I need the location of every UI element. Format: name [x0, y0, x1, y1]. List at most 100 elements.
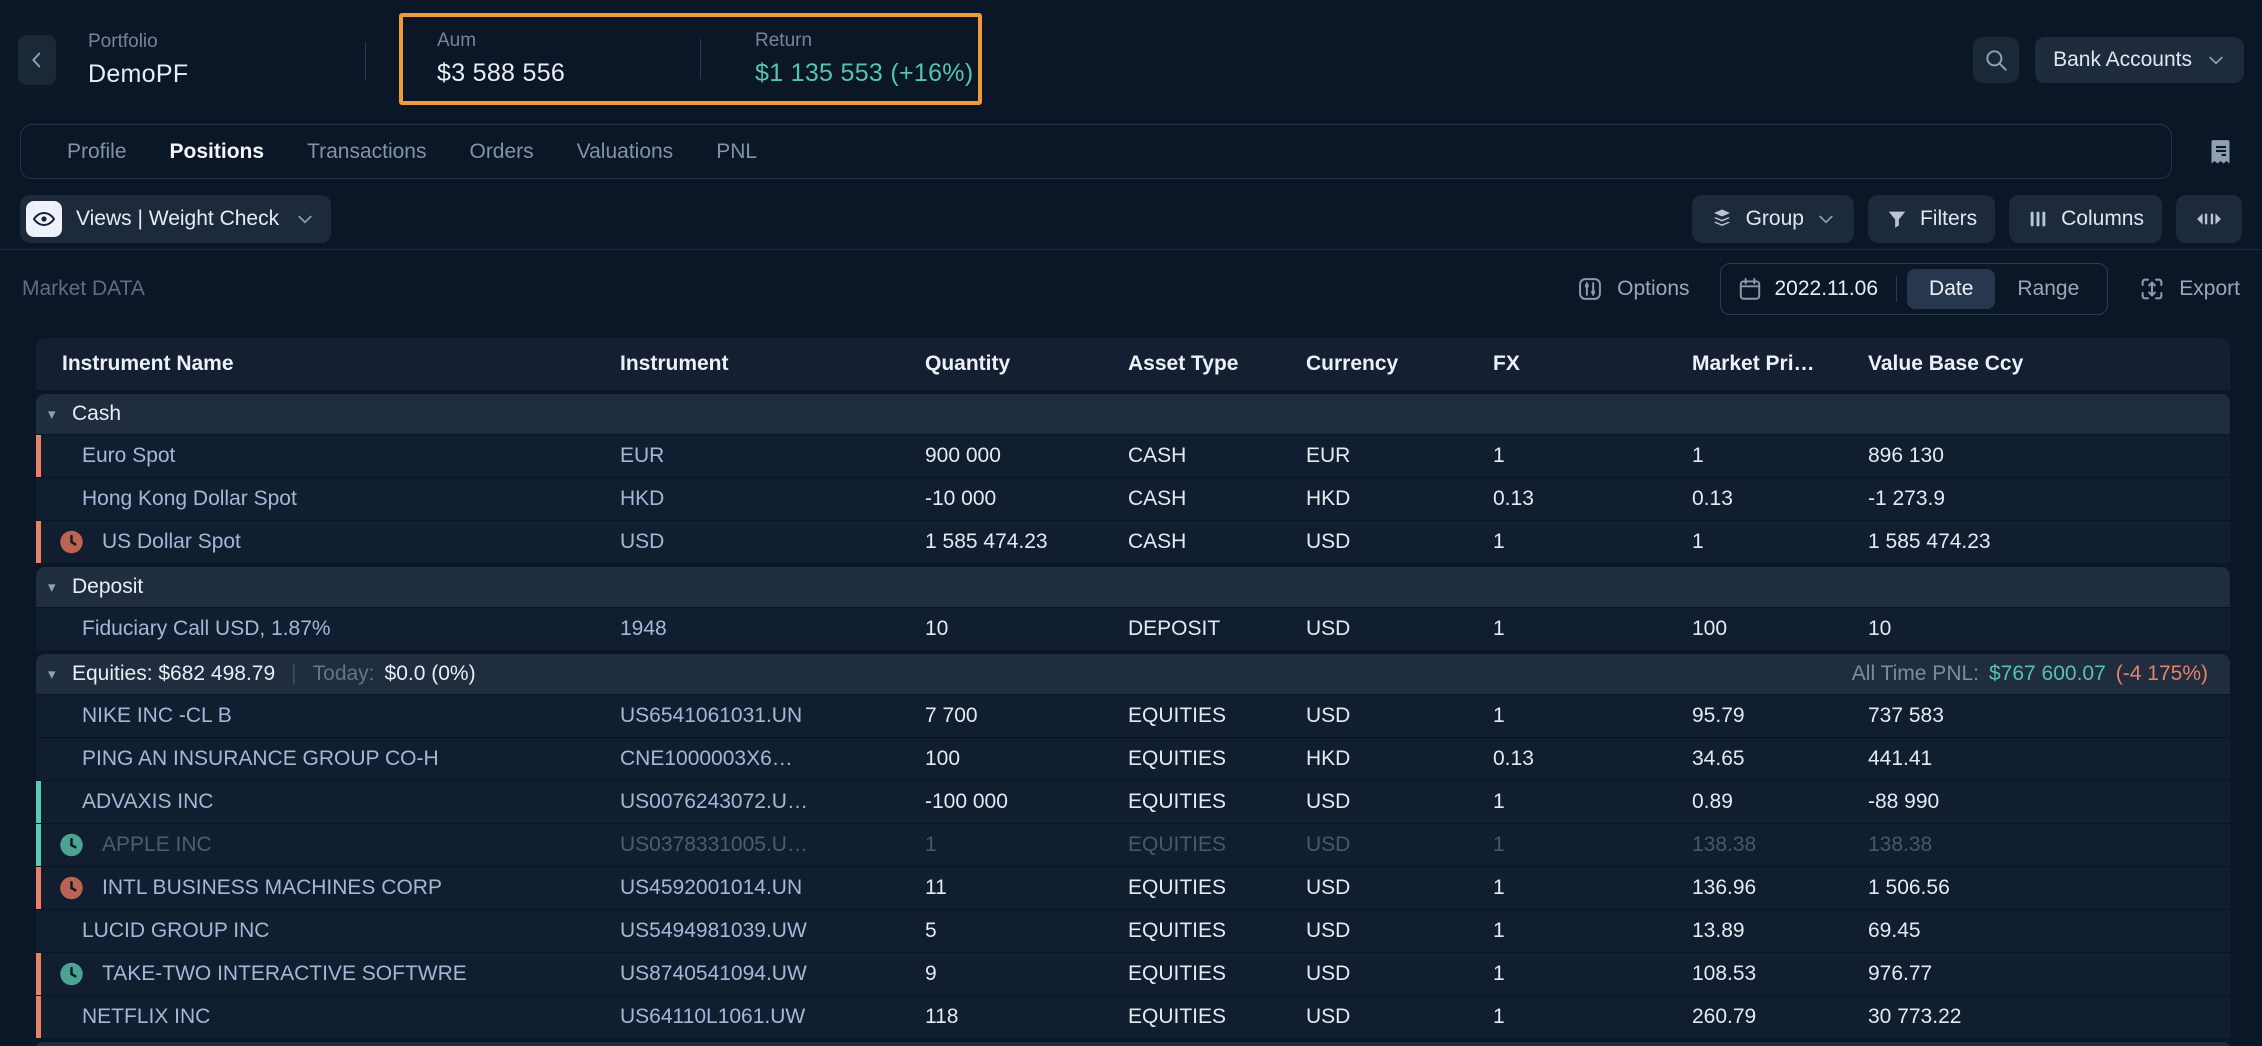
cell-instrument: EUR	[620, 444, 925, 468]
export-button[interactable]: Export	[2138, 275, 2240, 303]
back-button[interactable]	[18, 35, 56, 85]
cell-market-price: 0.13	[1692, 487, 1868, 511]
all-time-pnl-percent: (-4 175%)	[2116, 662, 2208, 686]
table-row[interactable]: Fiduciary Call USD, 1.87%194810DEPOSITUS…	[36, 607, 2230, 650]
group-header[interactable]: ▾Cash	[36, 394, 2230, 434]
cell-fx: 1	[1493, 617, 1692, 641]
tabs-bar: Profile Positions Transactions Orders Valuat…	[0, 124, 2262, 179]
cell-currency: USD	[1306, 530, 1493, 554]
column-header[interactable]: Market Pri…	[1692, 352, 1868, 376]
table-row[interactable]: LUCID GROUP INCUS5494981039.UW5EQUITIESU…	[36, 909, 2230, 952]
tab-positions[interactable]: Positions	[170, 140, 265, 164]
columns-button[interactable]: Columns	[2009, 195, 2162, 243]
column-header[interactable]: Asset Type	[1128, 352, 1306, 376]
bank-accounts-dropdown[interactable]: Bank Accounts	[2035, 37, 2244, 83]
tab-profile[interactable]: Profile	[67, 140, 127, 164]
views-selector[interactable]: Views | Weight Check	[20, 195, 331, 243]
toolbar-row: Views | Weight Check Group Filters	[0, 195, 2262, 243]
cell-name: Euro Spot	[36, 444, 620, 468]
table-row[interactable]: ADVAXIS INCUS0076243072.U…-100 000EQUITI…	[36, 780, 2230, 823]
chevron-down-icon	[1816, 209, 1836, 229]
cell-instrument: US64110L1061.UW	[620, 1005, 925, 1029]
collapse-triangle-icon[interactable]: ▾	[48, 665, 72, 683]
search-icon	[1983, 47, 2009, 73]
collapse-triangle-icon[interactable]: ▾	[48, 405, 72, 423]
collapse-triangle-icon[interactable]: ▾	[48, 578, 72, 596]
columns-icon	[2027, 208, 2049, 230]
table-row[interactable]: Hong Kong Dollar SpotHKD-10 000CASHHKD0.…	[36, 477, 2230, 520]
cell-name: PING AN INSURANCE GROUP CO-H	[36, 747, 620, 771]
portfolio-block: Portfolio DemoPF	[88, 31, 188, 89]
cell-market-price: 138.38	[1692, 833, 1868, 857]
next-group-header-partial[interactable]	[36, 1042, 2230, 1046]
funnel-icon	[1886, 208, 1908, 230]
column-header[interactable]: Currency	[1306, 352, 1493, 376]
options-label: Options	[1617, 277, 1689, 301]
table-row[interactable]: Euro SpotEUR900 000CASHEUR11896 130	[36, 434, 2230, 477]
tab-orders[interactable]: Orders	[469, 140, 533, 164]
cell-market-price: 1	[1692, 444, 1868, 468]
table-row[interactable]: NIKE INC -CL BUS6541061031.UN7 700EQUITI…	[36, 694, 2230, 737]
cell-quantity: 1	[925, 833, 1128, 857]
market-data-row: Market DATA Options 2022.11.06 Date Rang…	[0, 249, 2262, 329]
date-value[interactable]: 2022.11.06	[1775, 277, 1879, 301]
table-row[interactable]: NETFLIX INCUS64110L1061.UW118EQUITIESUSD…	[36, 995, 2230, 1038]
table-row[interactable]: APPLE INCUS0378331005.U…1EQUITIESUSD1138…	[36, 823, 2230, 866]
cell-name: APPLE INC	[36, 833, 620, 857]
table-row[interactable]: TAKE-TWO INTERACTIVE SOFTWREUS8740541094…	[36, 952, 2230, 995]
cell-instrument: 1948	[620, 617, 925, 641]
filters-button[interactable]: Filters	[1868, 195, 1995, 243]
group-button[interactable]: Group	[1692, 195, 1854, 243]
table-row[interactable]: PING AN INSURANCE GROUP CO-HCNE1000003X6…	[36, 737, 2230, 780]
divider	[1896, 276, 1897, 302]
column-header[interactable]: Instrument	[620, 352, 925, 376]
cell-quantity: -100 000	[925, 790, 1128, 814]
cell-value-base-ccy: 138.38	[1868, 833, 2230, 857]
cell-value-base-ccy: 30 773.22	[1868, 1005, 2230, 1029]
cell-quantity: 1 585 474.23	[925, 530, 1128, 554]
column-header[interactable]: Quantity	[925, 352, 1128, 376]
all-time-pnl-value: $767 600.07	[1989, 662, 2106, 686]
cell-asset-type: EQUITIES	[1128, 747, 1306, 771]
tab-pnl[interactable]: PNL	[716, 140, 757, 164]
cell-currency: USD	[1306, 790, 1493, 814]
range-segment[interactable]: Range	[1995, 269, 2101, 309]
cell-name: NETFLIX INC	[36, 1005, 620, 1029]
table-row[interactable]: INTL BUSINESS MACHINES CORPUS4592001014.…	[36, 866, 2230, 909]
cell-currency: EUR	[1306, 444, 1493, 468]
group-divider: |	[291, 662, 296, 686]
filters-label: Filters	[1920, 207, 1977, 231]
cell-market-price: 95.79	[1692, 704, 1868, 728]
cell-quantity: -10 000	[925, 487, 1128, 511]
collapse-panels-button[interactable]	[2176, 195, 2242, 243]
tab-valuations[interactable]: Valuations	[577, 140, 674, 164]
cell-fx: 1	[1493, 833, 1692, 857]
cell-market-price: 260.79	[1692, 1005, 1868, 1029]
cell-currency: HKD	[1306, 747, 1493, 771]
cell-value-base-ccy: 1 585 474.23	[1868, 530, 2230, 554]
group-header[interactable]: ▾Deposit	[36, 567, 2230, 607]
cell-name: Fiduciary Call USD, 1.87%	[36, 617, 620, 641]
cell-fx: 1	[1493, 704, 1692, 728]
group-header[interactable]: ▾Equities: $682 498.79|Today:$0.0 (0%)Al…	[36, 654, 2230, 694]
clock-icon	[58, 875, 85, 902]
cell-instrument: HKD	[620, 487, 925, 511]
column-header[interactable]: Value Base Ccy	[1868, 352, 2230, 376]
cell-currency: USD	[1306, 1005, 1493, 1029]
date-segment[interactable]: Date	[1907, 269, 1995, 309]
table-row[interactable]: US Dollar SpotUSD1 585 474.23CASHUSD111 …	[36, 520, 2230, 563]
search-button[interactable]	[1973, 37, 2019, 83]
receipt-icon[interactable]	[2206, 137, 2236, 167]
market-data-title: Market DATA	[22, 277, 145, 301]
column-header[interactable]: Instrument Name	[36, 352, 620, 376]
cell-value-base-ccy: 10	[1868, 617, 2230, 641]
column-header[interactable]: FX	[1493, 352, 1692, 376]
cell-name: Hong Kong Dollar Spot	[36, 487, 620, 511]
cell-currency: USD	[1306, 962, 1493, 986]
all-time-pnl-label: All Time PNL:	[1852, 662, 1979, 686]
options-button[interactable]: Options	[1576, 275, 1689, 303]
clock-icon	[58, 832, 85, 859]
group-title: Cash	[72, 402, 121, 426]
cell-fx: 1	[1493, 962, 1692, 986]
tab-transactions[interactable]: Transactions	[307, 140, 426, 164]
